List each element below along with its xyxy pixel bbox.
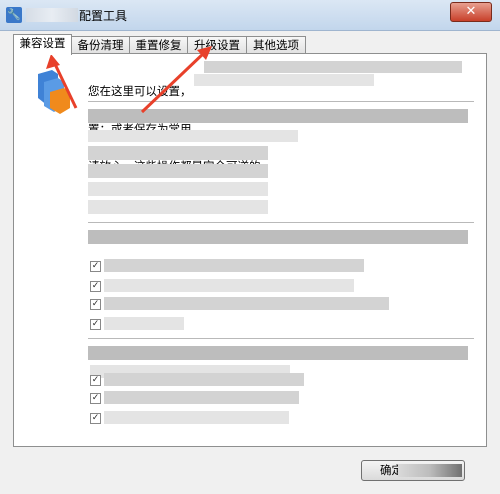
section-1-option-blurred-2 bbox=[88, 146, 268, 160]
settings-panel: 您在这里可以设置， 置；或者保存为常用 请放心，这些操作都是完全可逆的。 ✓ ✓… bbox=[13, 53, 487, 447]
section-2-checkbox-3[interactable]: ✓ bbox=[90, 299, 101, 310]
title-blurred-region bbox=[26, 8, 78, 22]
section-2-option-blurred-3 bbox=[104, 297, 389, 310]
tab-compatibility[interactable]: 兼容设置 bbox=[13, 34, 72, 55]
section-2-option-blurred-2 bbox=[104, 279, 354, 292]
section-1-heading-blurred bbox=[88, 109, 468, 123]
section-2-option-blurred-4 bbox=[104, 317, 184, 330]
section-2-checkbox-2[interactable]: ✓ bbox=[90, 281, 101, 292]
tab-upgrade-settings[interactable]: 升级设置 bbox=[187, 36, 247, 53]
section-2-checkbox-1[interactable]: ✓ bbox=[90, 261, 101, 272]
section-3-checkbox-1[interactable]: ✓ bbox=[90, 375, 101, 386]
window-title: 配置工具 bbox=[79, 9, 128, 23]
section-2-option-blurred-1 bbox=[104, 259, 364, 272]
section-3-option-blurred-3 bbox=[104, 411, 289, 424]
section-1-option-blurred-3 bbox=[88, 164, 268, 178]
title-bar: 🔧 配置工具 ✕ bbox=[0, 0, 500, 31]
section-2-checkbox-4[interactable]: ✓ bbox=[90, 319, 101, 330]
close-button[interactable]: ✕ bbox=[450, 2, 492, 22]
section-3-checkbox-2[interactable]: ✓ bbox=[90, 393, 101, 404]
intro-blurred-text-2 bbox=[194, 74, 374, 86]
app-icon: 🔧 bbox=[6, 7, 22, 23]
section-1-option-blurred-4 bbox=[88, 182, 268, 196]
shield-icon bbox=[38, 70, 70, 114]
intro-line-1: 您在这里可以设置， bbox=[88, 84, 192, 98]
tab-other-options[interactable]: 其他选项 bbox=[246, 36, 306, 53]
section-3-option-blurred-1 bbox=[104, 373, 304, 386]
tab-backup-cleanup[interactable]: 备份清理 bbox=[71, 36, 130, 53]
section-1-option-blurred-5 bbox=[88, 200, 268, 214]
section-1-option-blurred-1 bbox=[88, 130, 298, 142]
footer-blurred-region bbox=[398, 464, 462, 477]
section-2-heading-blurred bbox=[88, 230, 468, 244]
section-2-separator bbox=[88, 222, 474, 223]
section-3-heading-blurred bbox=[88, 346, 468, 360]
section-1-separator bbox=[88, 101, 474, 102]
section-3-separator bbox=[88, 338, 474, 339]
section-3-checkbox-3[interactable]: ✓ bbox=[90, 413, 101, 424]
section-3-option-blurred-2 bbox=[104, 391, 299, 404]
tab-reset-repair[interactable]: 重置修复 bbox=[129, 36, 188, 53]
intro-blurred-text-1 bbox=[204, 61, 462, 73]
